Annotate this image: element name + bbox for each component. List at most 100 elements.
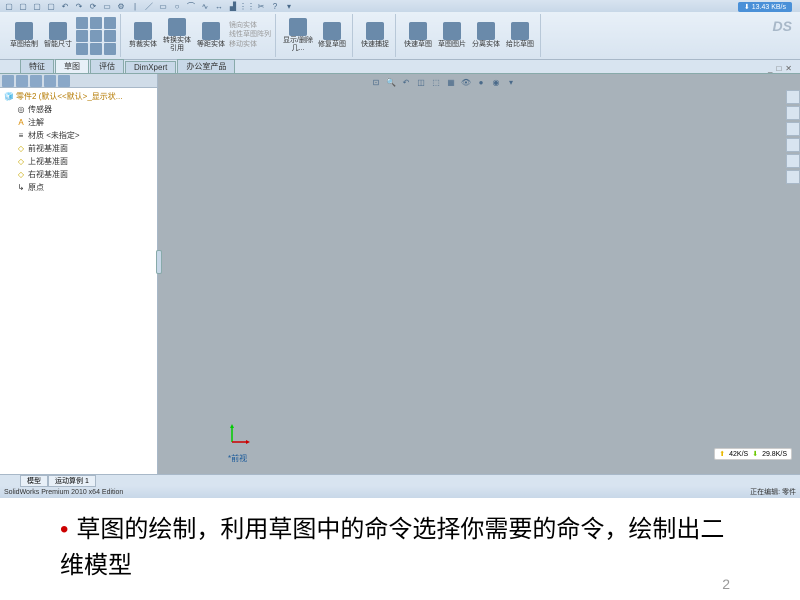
qat-new-icon[interactable]: ▢ xyxy=(4,1,14,11)
qat-trim-icon[interactable]: ✂ xyxy=(256,1,266,11)
dimxpert-tab-icon[interactable] xyxy=(44,75,56,87)
view-orient-icon[interactable]: ⬚ xyxy=(430,76,442,88)
tree-top-label: 上视基准面 xyxy=(28,156,68,167)
scale-sketch-button[interactable]: 给比草图 xyxy=(504,15,536,57)
tree-item-top-plane[interactable]: ◇上视基准面 xyxy=(2,155,155,168)
text-tool-icon[interactable] xyxy=(104,43,116,55)
zoom-area-icon[interactable]: 🔍 xyxy=(385,76,397,88)
plane-icon: ◇ xyxy=(16,157,26,167)
scene-icon[interactable]: ◉ xyxy=(490,76,502,88)
qat-more-icon[interactable]: ▾ xyxy=(284,1,294,11)
net-speed-value: 13.43 KB/s xyxy=(752,4,786,11)
smart-dimension-button[interactable]: 智能尺寸 xyxy=(42,15,74,57)
qat-save-icon[interactable]: ▢ xyxy=(32,1,42,11)
tab-dimxpert[interactable]: DimXpert xyxy=(125,61,176,73)
circle-tool-icon[interactable] xyxy=(76,43,88,55)
graphics-viewport[interactable]: *前视 xyxy=(158,74,800,474)
feature-tree: 🧊 零件2 (默认<<默认>_显示状... ◎传感器 A注解 ≡材质 <未指定>… xyxy=(0,88,157,474)
convert-entities-button[interactable]: 转换实体引用 xyxy=(161,15,193,57)
split-entities-button[interactable]: 分离实体 xyxy=(470,15,502,57)
qat-select-icon[interactable]: ▭ xyxy=(102,1,112,11)
qat-pattern-icon[interactable]: ⋮⋮ xyxy=(242,1,252,11)
arc-tool-icon[interactable] xyxy=(90,17,102,29)
tab-features[interactable]: 特征 xyxy=(20,59,54,73)
tree-item-annotations[interactable]: A注解 xyxy=(2,116,155,129)
qat-mirror-icon[interactable]: ▟ xyxy=(228,1,238,11)
tab-motion-study[interactable]: 运动算例 1 xyxy=(48,475,96,487)
qat-open-icon[interactable]: ▢ xyxy=(18,1,28,11)
command-tabs: 特征 草图 评估 DimXpert 办公室产品 xyxy=(0,60,800,74)
section-view-icon[interactable]: ◫ xyxy=(415,76,427,88)
rapid-sketch-button[interactable]: 快速草图 xyxy=(402,15,434,57)
panel-splitter-handle[interactable] xyxy=(156,250,162,274)
orientation-triad[interactable] xyxy=(228,422,252,446)
qat-help-icon[interactable]: ? xyxy=(270,1,280,11)
qat-rect-icon[interactable]: ▭ xyxy=(158,1,168,11)
move-entities-label[interactable]: 移动实体 xyxy=(229,41,271,49)
split-label: 分离实体 xyxy=(472,41,500,49)
tab-evaluate[interactable]: 评估 xyxy=(90,59,124,73)
display-style-icon[interactable]: ▦ xyxy=(445,76,457,88)
property-tab-icon[interactable] xyxy=(16,75,28,87)
maximize-icon[interactable]: □ xyxy=(776,64,781,73)
dassault-logo: DS xyxy=(773,18,792,34)
sketch-draw-button[interactable]: 草图绘制 xyxy=(8,15,40,57)
ribbon-group-sketch: 草图绘制 智能尺寸 xyxy=(4,14,121,57)
tab-sketch[interactable]: 草图 xyxy=(55,59,89,73)
quick-snap-button[interactable]: 快速捕捉 xyxy=(359,15,391,57)
up-arrow-icon: ⬆ xyxy=(719,450,725,458)
qat-print-icon[interactable]: ▢ xyxy=(46,1,56,11)
zoom-fit-icon[interactable]: ⊡ xyxy=(370,76,382,88)
design-library-icon[interactable] xyxy=(786,106,800,120)
offset-entities-button[interactable]: 等距实体 xyxy=(195,15,227,57)
view-palette-icon[interactable] xyxy=(786,138,800,152)
polygon-tool-icon[interactable] xyxy=(90,30,102,42)
feature-panel-tabs xyxy=(0,74,157,88)
qat-undo-icon[interactable]: ↶ xyxy=(60,1,70,11)
display-delete-button[interactable]: 显示/删除几... xyxy=(282,15,314,57)
qat-spline-icon[interactable]: ∿ xyxy=(200,1,210,11)
qat-line-icon[interactable]: ／ xyxy=(144,1,154,11)
resources-tab-icon[interactable] xyxy=(786,90,800,104)
spline-tool-icon[interactable] xyxy=(90,43,102,55)
tree-item-front-plane[interactable]: ◇前视基准面 xyxy=(2,142,155,155)
custom-props-icon[interactable] xyxy=(786,170,800,184)
view-settings-icon[interactable]: ▾ xyxy=(505,76,517,88)
tree-item-sensors[interactable]: ◎传感器 xyxy=(2,103,155,116)
tree-item-right-plane[interactable]: ◇右视基准面 xyxy=(2,168,155,181)
slot-tool-icon[interactable] xyxy=(104,30,116,42)
tab-model[interactable]: 模型 xyxy=(20,475,48,487)
appearances-icon[interactable] xyxy=(786,154,800,168)
qat-rebuild-icon[interactable]: ⟳ xyxy=(88,1,98,11)
ellipse-tool-icon[interactable] xyxy=(104,17,116,29)
linear-pattern-label[interactable]: 线性草图阵列 xyxy=(229,31,271,39)
prev-view-icon[interactable]: ↶ xyxy=(400,76,412,88)
mirror-label[interactable]: 镜向实体 xyxy=(229,22,271,30)
rect-tool-icon[interactable] xyxy=(76,30,88,42)
qat-dim-icon[interactable]: ↔ xyxy=(214,1,224,11)
hide-show-icon[interactable]: 👁 xyxy=(460,76,472,88)
minimize-icon[interactable]: _ xyxy=(768,64,772,73)
appearance-icon[interactable]: ● xyxy=(475,76,487,88)
file-explorer-icon[interactable] xyxy=(786,122,800,136)
sketch-picture-button[interactable]: 草图图片 xyxy=(436,15,468,57)
qat-options-icon[interactable]: ⚙ xyxy=(116,1,126,11)
qat-redo-icon[interactable]: ↷ xyxy=(74,1,84,11)
trim-entities-button[interactable]: 剪裁实体 xyxy=(127,15,159,57)
display-delete-label: 显示/删除几... xyxy=(282,37,314,52)
fm-tree-tab-icon[interactable] xyxy=(2,75,14,87)
config-tab-icon[interactable] xyxy=(30,75,42,87)
display-tab-icon[interactable] xyxy=(58,75,70,87)
tab-office[interactable]: 办公室产品 xyxy=(177,59,235,73)
feature-manager-panel: 🧊 零件2 (默认<<默认>_显示状... ◎传感器 A注解 ≡材质 <未指定>… xyxy=(0,74,158,474)
repair-sketch-button[interactable]: 修复草图 xyxy=(316,15,348,57)
tree-root-part[interactable]: 🧊 零件2 (默认<<默认>_显示状... xyxy=(2,90,155,103)
close-icon[interactable]: ✕ xyxy=(785,64,792,73)
qat-sep: | xyxy=(130,1,140,11)
qat-circle-icon[interactable]: ○ xyxy=(172,1,182,11)
tree-item-origin[interactable]: ↳原点 xyxy=(2,181,155,194)
line-tool-icon[interactable] xyxy=(76,17,88,29)
qat-arc-icon[interactable]: ⌒ xyxy=(186,1,196,11)
tree-item-material[interactable]: ≡材质 <未指定> xyxy=(2,129,155,142)
convert-label: 转换实体引用 xyxy=(161,37,193,52)
